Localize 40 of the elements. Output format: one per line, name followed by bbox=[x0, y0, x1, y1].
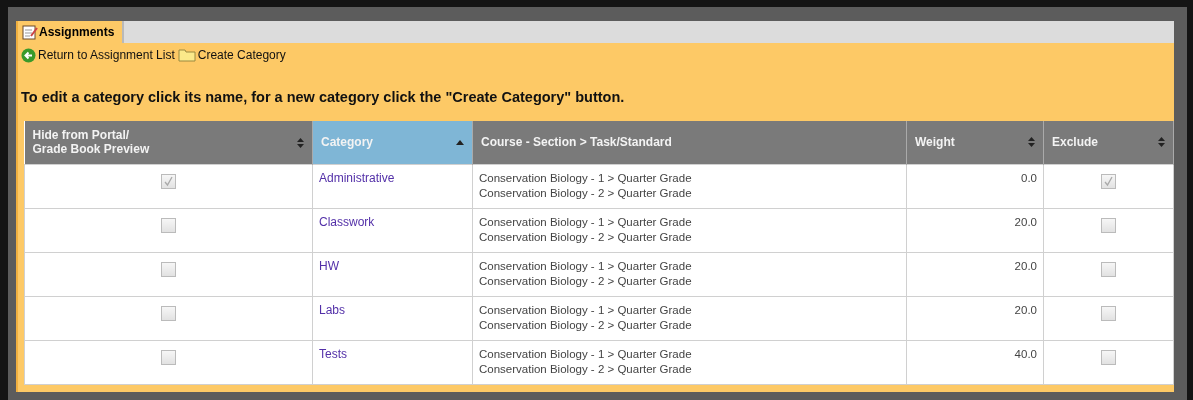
hide-checkbox[interactable] bbox=[161, 262, 176, 278]
weight-value: 20.0 bbox=[1014, 260, 1037, 273]
instruction-text: To edit a category click its name, for a new category click the "Create Category" button. bbox=[20, 88, 626, 107]
hide-checkbox[interactable] bbox=[161, 350, 176, 366]
task-text: Conservation Biology - 2 > Quarter Grade bbox=[479, 230, 693, 246]
task-text: Conservation Biology - 2 > Quarter Grade bbox=[479, 186, 693, 202]
weight-value: 40.0 bbox=[1014, 348, 1037, 361]
task-text: Conservation Biology - 1 > Quarter Grade bbox=[479, 259, 693, 275]
exclude-checkbox[interactable] bbox=[1101, 306, 1116, 322]
task-text: Conservation Biology - 1 > Quarter Grade bbox=[479, 347, 693, 363]
column-header[interactable]: Course - Section > Task/Standard bbox=[472, 120, 907, 165]
return-link[interactable]: Return to Assignment List bbox=[21, 46, 175, 64]
category-link[interactable]: Administrative bbox=[319, 171, 395, 187]
category-link[interactable]: Tests bbox=[319, 347, 347, 363]
task-text: Conservation Biology - 2 > Quarter Grade bbox=[479, 362, 693, 378]
task-text: Conservation Biology - 1 > Quarter Grade bbox=[479, 303, 693, 319]
folder-icon bbox=[177, 48, 196, 62]
category-link[interactable]: HW bbox=[319, 259, 339, 275]
column-header[interactable]: Exclude bbox=[1043, 120, 1174, 165]
category-link[interactable]: Classwork bbox=[319, 215, 375, 231]
weight-value: 20.0 bbox=[1014, 216, 1037, 229]
column-header[interactable]: Weight bbox=[906, 120, 1044, 165]
exclude-checkbox[interactable] bbox=[1101, 174, 1116, 190]
create-category-link[interactable]: Create Category bbox=[177, 46, 286, 64]
exclude-checkbox[interactable] bbox=[1101, 218, 1116, 234]
weight-value: 0.0 bbox=[1021, 172, 1037, 185]
weight-value: 20.0 bbox=[1014, 304, 1037, 317]
task-text: Conservation Biology - 2 > Quarter Grade bbox=[479, 274, 693, 290]
task-text: Conservation Biology - 1 > Quarter Grade bbox=[479, 171, 693, 187]
notepad-icon bbox=[22, 24, 38, 40]
hide-checkbox[interactable] bbox=[161, 218, 176, 234]
tab[interactable]: Assignments bbox=[18, 21, 125, 43]
category-link[interactable]: Labs bbox=[319, 303, 346, 319]
exclude-checkbox[interactable] bbox=[1101, 350, 1116, 366]
hide-checkbox[interactable] bbox=[161, 174, 176, 190]
hide-checkbox[interactable] bbox=[161, 306, 176, 322]
exclude-checkbox[interactable] bbox=[1101, 262, 1116, 278]
task-text: Conservation Biology - 2 > Quarter Grade bbox=[479, 318, 693, 334]
column-header[interactable]: Hide from Portal/ Grade Book Preview bbox=[24, 120, 313, 165]
task-text: Conservation Biology - 1 > Quarter Grade bbox=[479, 215, 693, 231]
